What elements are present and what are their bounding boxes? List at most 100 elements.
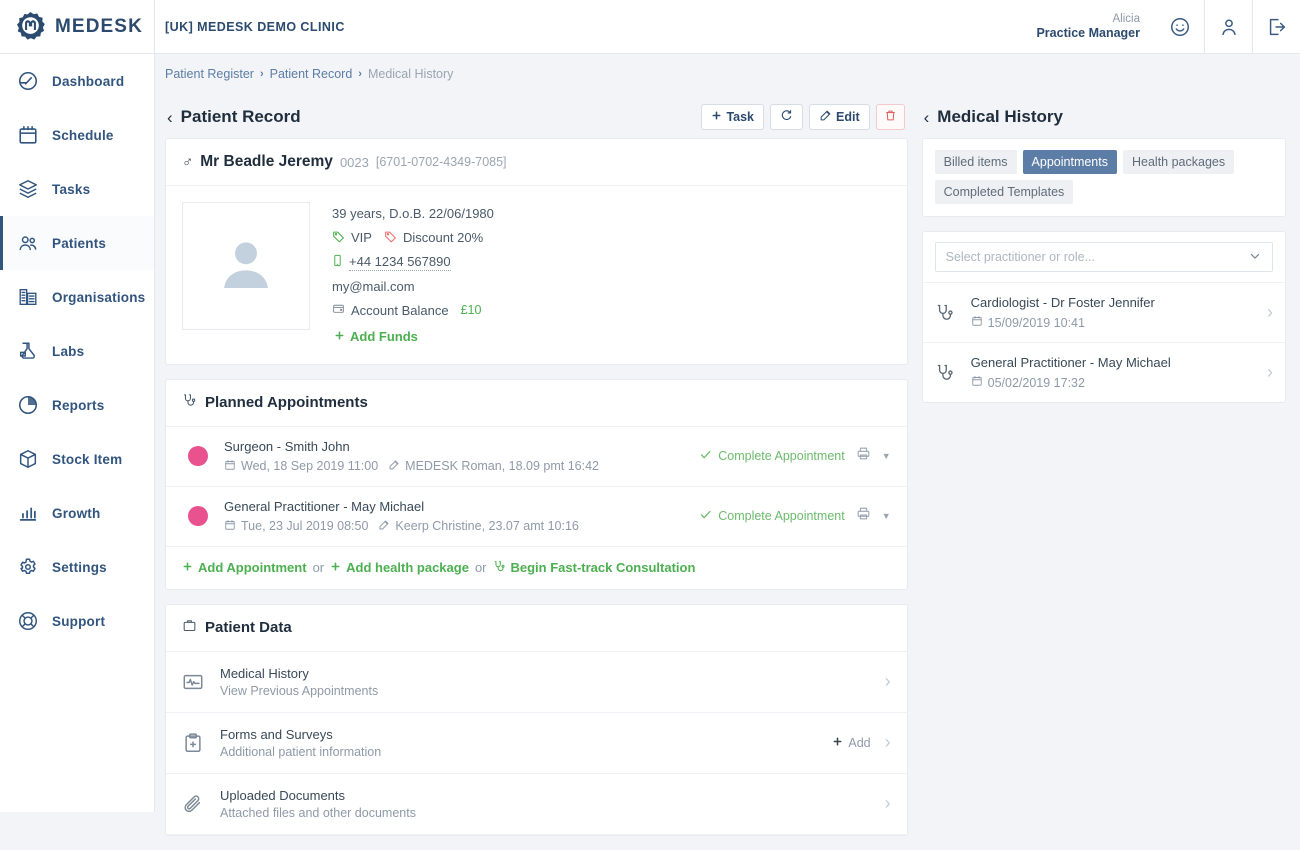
complete-appointment-label: Complete Appointment (718, 449, 844, 463)
user-account-icon[interactable] (1204, 0, 1252, 54)
patient-phone[interactable]: +44 1234 567890 (349, 254, 451, 271)
begin-fast-track-consultation-button[interactable]: Begin Fast-track Consultation (493, 560, 696, 576)
practitioner-filter: Select practitioner or role... (923, 232, 1285, 282)
smiley-face-icon[interactable] (1156, 0, 1204, 54)
chevron-right-icon[interactable]: › (1267, 362, 1273, 383)
edit-label: Edit (836, 110, 860, 124)
patient-phone-row: +44 1234 567890 (332, 254, 494, 271)
patient-data-row-forms-and-surveys[interactable]: Forms and Surveys Additional patient inf… (166, 713, 907, 774)
refresh-button[interactable] (770, 104, 803, 130)
patient-data-row-medical-history[interactable]: Medical History View Previous Appointmen… (166, 652, 907, 713)
mobile-phone-icon (332, 254, 343, 271)
sidebar-item-schedule[interactable]: Schedule (0, 108, 154, 162)
or-text: or (313, 560, 325, 575)
practitioner-select[interactable]: Select practitioner or role... (935, 242, 1273, 272)
tab-appointments[interactable]: Appointments (1023, 150, 1117, 174)
patient-record-column: ‹ Patient Record Task (165, 96, 908, 850)
balance-value: £10 (461, 303, 482, 318)
sidebar-item-reports[interactable]: Reports (0, 378, 154, 432)
stethoscope-icon (182, 393, 197, 413)
record-actions: Task (701, 104, 904, 130)
chevron-left-icon[interactable]: ‹ (924, 109, 938, 126)
discount-label: Discount 20% (403, 230, 483, 246)
medical-history-tabs-card: Billed items Appointments Health package… (922, 138, 1286, 217)
medical-history-row[interactable]: Cardiologist - Dr Foster Jennifer 15/09/… (923, 282, 1285, 342)
chevron-right-icon[interactable]: › (885, 732, 891, 753)
chevron-left-icon[interactable]: ‹ (167, 109, 181, 126)
sidebar-item-label: Support (52, 614, 105, 629)
note-icon (378, 519, 390, 534)
plus-icon (711, 110, 722, 124)
user-info[interactable]: Alicia Practice Manager (1036, 12, 1156, 42)
complete-appointment-button[interactable]: Complete Appointment (699, 448, 844, 464)
appointment-date: Tue, 23 Jul 2019 08:50 (241, 519, 368, 533)
add-form-button[interactable]: Add (832, 736, 870, 750)
planned-appointments-header: Planned Appointments (166, 380, 907, 427)
trash-icon (884, 109, 897, 125)
appointment-row[interactable]: Surgeon - Smith John Wed, 18 Sep 2019 11… (166, 427, 907, 487)
sidebar-item-dashboard[interactable]: Dashboard (0, 54, 154, 108)
tab-billed-items[interactable]: Billed items (935, 150, 1017, 174)
top-bar-right: Alicia Practice Manager (1036, 0, 1300, 54)
layers-icon (17, 178, 39, 200)
sidebar-item-organisations[interactable]: Organisations (0, 270, 154, 324)
add-task-button[interactable]: Task (701, 104, 764, 130)
check-icon (699, 508, 712, 524)
brand-logo[interactable]: MEDESK (0, 0, 155, 54)
appointment-date: Wed, 18 Sep 2019 11:00 (241, 459, 378, 473)
sidebar-item-labs[interactable]: Labs (0, 324, 154, 378)
row-subtitle: Additional patient information (220, 745, 832, 759)
add-health-package-button[interactable]: Add health package (330, 560, 469, 575)
patient-data-row-uploaded-documents[interactable]: Uploaded Documents Attached files and ot… (166, 774, 907, 835)
chevron-right-icon[interactable]: › (1267, 302, 1273, 323)
dashboard-icon (17, 70, 39, 92)
sidebar-item-label: Organisations (52, 290, 145, 305)
brand-name: MEDESK (55, 16, 143, 38)
chevron-right-icon[interactable]: › (885, 671, 891, 692)
chevron-right-icon[interactable]: › (885, 793, 891, 814)
sidebar-item-growth[interactable]: Growth (0, 486, 154, 540)
complete-appointment-button[interactable]: Complete Appointment (699, 508, 844, 524)
sidebar-item-label: Settings (52, 560, 107, 575)
breadcrumb-item-patient-register[interactable]: Patient Register (165, 67, 254, 81)
practitioner-select-placeholder: Select practitioner or role... (946, 250, 1095, 264)
sidebar-item-patients[interactable]: Patients (0, 216, 154, 270)
row-title: Uploaded Documents (220, 788, 885, 803)
appointment-note: MEDESK Roman, 18.09 pmt 16:42 (405, 459, 599, 473)
tab-completed-templates[interactable]: Completed Templates (935, 180, 1074, 204)
add-health-package-label: Add health package (346, 560, 469, 575)
calendar-icon (971, 315, 983, 330)
tab-health-packages[interactable]: Health packages (1123, 150, 1234, 174)
history-title: Cardiologist - Dr Foster Jennifer (971, 295, 1267, 310)
chevron-down-icon[interactable]: ▼ (882, 511, 891, 521)
sidebar-item-label: Tasks (52, 182, 90, 197)
add-appointment-label: Add Appointment (198, 560, 307, 575)
appointment-row[interactable]: General Practitioner - May Michael Tue, … (166, 487, 907, 547)
edit-button[interactable]: Edit (809, 104, 870, 130)
gear-icon (17, 556, 39, 578)
chevron-down-icon[interactable]: ▼ (882, 451, 891, 461)
sidebar-item-settings[interactable]: Settings (0, 540, 154, 594)
fast-track-label: Begin Fast-track Consultation (511, 560, 696, 575)
add-appointment-button[interactable]: Add Appointment (182, 560, 307, 575)
sidebar-item-label: Dashboard (52, 74, 124, 89)
medical-history-row[interactable]: General Practitioner - May Michael 05/02… (923, 342, 1285, 402)
complete-appointment-label: Complete Appointment (718, 509, 844, 523)
print-icon[interactable] (856, 446, 871, 466)
plus-icon (182, 560, 193, 575)
patient-email[interactable]: my@mail.com (332, 279, 415, 295)
sidebar-item-tasks[interactable]: Tasks (0, 162, 154, 216)
sidebar-item-stock-item[interactable]: Stock Item (0, 432, 154, 486)
stethoscope-icon (935, 303, 965, 323)
print-icon[interactable] (856, 506, 871, 526)
sidebar-item-support[interactable]: Support (0, 594, 154, 648)
vip-label: VIP (351, 230, 372, 246)
delete-button[interactable] (876, 104, 905, 130)
appointment-title: General Practitioner - May Michael (224, 499, 699, 514)
breadcrumb-item-patient-record[interactable]: Patient Record (270, 67, 353, 81)
row-title: Medical History (220, 666, 885, 681)
sidebar-item-label: Growth (52, 506, 100, 521)
add-funds-button[interactable]: Add Funds (334, 329, 494, 344)
patient-tags: VIP Discount 20% (332, 230, 494, 247)
logout-icon[interactable] (1252, 0, 1300, 54)
